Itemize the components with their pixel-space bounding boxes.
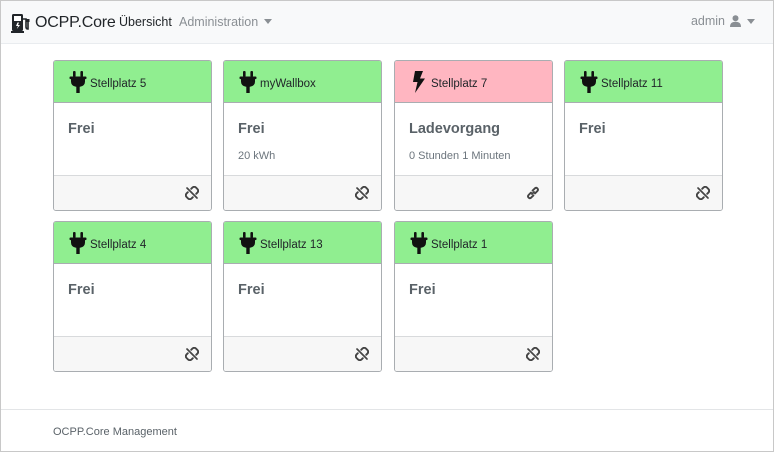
caret-down-icon bbox=[264, 19, 273, 24]
chargepoint-name: Stellplatz 5 bbox=[90, 78, 147, 90]
chargepoint-name: myWallbox bbox=[260, 78, 316, 90]
chargepoint-name: Stellplatz 1 bbox=[431, 239, 488, 251]
link-broken-icon bbox=[184, 185, 200, 201]
chargepoint-status: Frei bbox=[409, 282, 436, 298]
chargepoint-status: Frei bbox=[238, 282, 265, 298]
chargepoint-status: Frei bbox=[68, 121, 95, 137]
chargepoint-card[interactable]: Stellplatz 4 Frei bbox=[53, 221, 212, 372]
card-footer bbox=[224, 175, 381, 210]
card-body: Frei 20 kWh bbox=[238, 121, 371, 162]
link-icon bbox=[526, 186, 540, 200]
plug-icon bbox=[579, 70, 599, 94]
user-name: admin bbox=[690, 14, 725, 28]
chargepoint-name: Stellplatz 11 bbox=[601, 78, 663, 90]
user-icon bbox=[730, 15, 741, 27]
card-body: Frei bbox=[579, 121, 712, 150]
card-footer bbox=[395, 336, 552, 371]
chargepoint-card[interactable]: myWallbox Frei 20 kWh bbox=[223, 60, 382, 211]
plug-icon bbox=[68, 70, 88, 94]
chargepoint-card[interactable]: Stellplatz 1 Frei bbox=[394, 221, 553, 372]
nav-administration-dropdown[interactable]: Administration bbox=[179, 15, 273, 29]
footer-text: OCPP.Core Management bbox=[53, 426, 177, 438]
chargepoint-status: Frei bbox=[68, 282, 95, 298]
brand-name: OCPP.Core bbox=[35, 14, 116, 31]
card-footer bbox=[54, 336, 211, 371]
card-body: Frei bbox=[68, 121, 201, 150]
chargepoint-name: Stellplatz 7 bbox=[431, 78, 488, 90]
caret-down-icon bbox=[747, 18, 755, 24]
plug-icon bbox=[238, 70, 258, 94]
chargepoint-card[interactable]: Stellplatz 5 Frei bbox=[53, 60, 212, 211]
card-header: Stellplatz 5 bbox=[54, 61, 211, 103]
bolt-icon bbox=[409, 70, 429, 94]
card-footer bbox=[224, 336, 381, 371]
card-body: Frei bbox=[238, 282, 371, 311]
chargepoint-card[interactable]: Stellplatz 7 Ladevorgang 0 Stunden 1 Minut… bbox=[394, 60, 553, 211]
chargepoint-status: Frei bbox=[579, 121, 606, 137]
user-menu-dropdown[interactable]: admin bbox=[691, 14, 755, 28]
card-header: Stellplatz 4 bbox=[54, 222, 211, 264]
link-broken-icon bbox=[354, 346, 370, 362]
brand-link[interactable]: OCPP.Core bbox=[11, 12, 116, 34]
link-broken-icon bbox=[184, 346, 200, 362]
card-footer bbox=[54, 175, 211, 210]
card-header: myWallbox bbox=[224, 61, 381, 103]
card-body: Ladevorgang 0 Stunden 1 Minuten bbox=[409, 121, 542, 162]
card-header: Stellplatz 7 bbox=[395, 61, 552, 103]
chargepoint-status: Ladevorgang bbox=[409, 121, 501, 137]
charging-station-logo-icon bbox=[11, 14, 30, 33]
plug-icon bbox=[238, 231, 258, 255]
nav-administration-label: Administration bbox=[179, 15, 259, 29]
chargepoint-name: Stellplatz 13 bbox=[260, 239, 323, 251]
plug-icon bbox=[409, 231, 429, 255]
card-header: Stellplatz 11 bbox=[565, 61, 722, 103]
card-body: Frei bbox=[409, 282, 542, 311]
card-footer bbox=[565, 175, 722, 210]
card-header: Stellplatz 1 bbox=[395, 222, 552, 264]
nav-overview[interactable]: Übersicht bbox=[119, 15, 172, 29]
link-broken-icon bbox=[525, 346, 541, 362]
chargepoint-card[interactable]: Stellplatz 11 Frei bbox=[564, 60, 723, 211]
navbar: OCPP.Core Übersicht Administration admin bbox=[1, 1, 773, 44]
plug-icon bbox=[68, 231, 88, 255]
card-body: Frei bbox=[68, 282, 201, 311]
chargepoint-name: Stellplatz 4 bbox=[90, 239, 147, 251]
chargepoint-card[interactable]: Stellplatz 13 Frei bbox=[223, 221, 382, 372]
chargepoint-status: Frei bbox=[238, 121, 265, 137]
link-broken-icon bbox=[354, 185, 370, 201]
chargepoint-details: 0 Stunden 1 Minuten bbox=[409, 150, 511, 162]
footer-divider bbox=[1, 409, 773, 410]
chargepoint-details: 20 kWh bbox=[238, 150, 276, 162]
card-footer bbox=[395, 175, 552, 210]
card-header: Stellplatz 13 bbox=[224, 222, 381, 264]
link-broken-icon bbox=[695, 185, 711, 201]
